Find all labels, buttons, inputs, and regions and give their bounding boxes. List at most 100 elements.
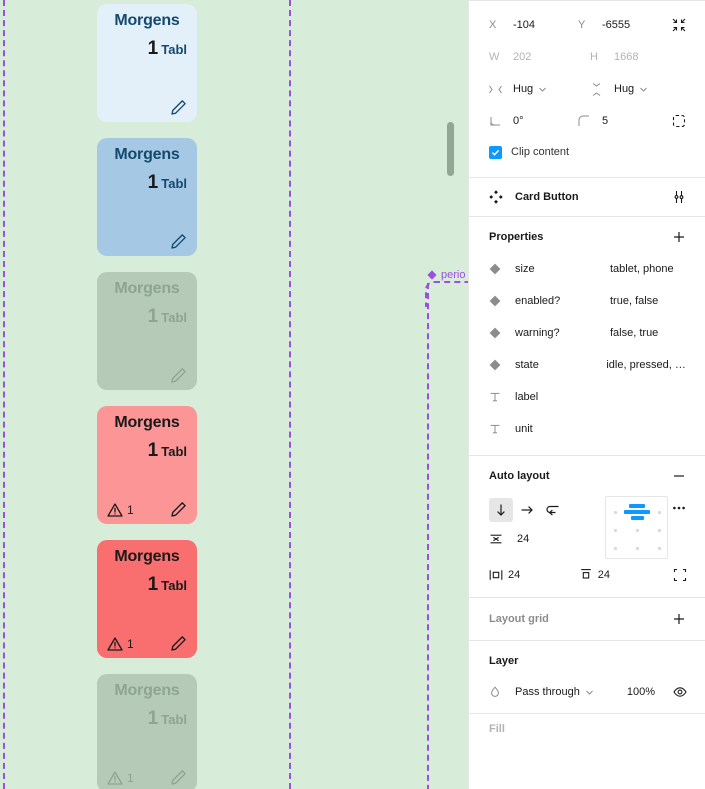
card-value: 1 Tabl: [107, 440, 187, 462]
pencil-icon: [171, 770, 186, 785]
add-property-button[interactable]: [667, 225, 691, 249]
property-row[interactable]: enabled? true, false: [469, 285, 705, 317]
card-warning: 1: [107, 770, 134, 786]
h-value: 1668: [614, 51, 639, 63]
property-values: true, false: [610, 295, 659, 307]
card-warning: 1: [107, 636, 134, 652]
property-row[interactable]: label: [469, 381, 705, 413]
align-dot[interactable]: [613, 547, 617, 550]
card-title: Morgens: [114, 12, 180, 29]
width-field[interactable]: W 202: [489, 51, 590, 63]
horizontal-resizing-field[interactable]: Hug: [489, 83, 590, 96]
blend-mode-value[interactable]: Pass through: [515, 686, 580, 698]
card-value-number: 1: [147, 573, 159, 595]
variant-diamond-icon: [489, 359, 501, 371]
component-name-label[interactable]: perio: [427, 269, 465, 281]
layer-blend-row: Pass through 100%: [469, 675, 705, 709]
card-edit-button[interactable]: [170, 635, 187, 652]
fill-title: Fill: [489, 723, 505, 735]
card-button[interactable]: Morgens 1 Tabl 1: [97, 674, 197, 789]
y-field[interactable]: Y -6555: [578, 19, 667, 31]
card-button[interactable]: Morgens 1 Tabl: [97, 4, 197, 122]
card-value-number: 1: [147, 305, 159, 327]
wrap-icon: [546, 505, 559, 516]
horizontal-padding-field[interactable]: 24: [489, 568, 579, 582]
property-row[interactable]: unit: [469, 413, 705, 445]
canvas-scrollbar[interactable]: [447, 122, 454, 176]
card-edit-button[interactable]: [170, 501, 187, 518]
design-canvas[interactable]: perio Morgens 1 Tabl Morgens 1 Tabl Morgens 1 Ta…: [0, 0, 468, 789]
variant-diamond-icon: [489, 295, 501, 307]
warning-triangle-icon: [107, 503, 123, 517]
component-settings-button[interactable]: [667, 185, 691, 209]
pencil-icon: [171, 234, 186, 249]
property-values: tablet, phone: [610, 263, 674, 275]
card-button[interactable]: Morgens 1 Tabl 1: [97, 406, 197, 524]
corner-radius-field[interactable]: 5: [578, 115, 667, 128]
gap-icon: [489, 532, 513, 546]
align-dot[interactable]: [635, 547, 639, 550]
horizontal-padding-value: 24: [508, 569, 521, 581]
align-dot[interactable]: [657, 529, 661, 532]
card-button[interactable]: Morgens 1 Tabl: [97, 272, 197, 390]
add-layout-grid-button[interactable]: [667, 607, 691, 631]
card-edit-button[interactable]: [170, 769, 187, 786]
clip-content-row[interactable]: Clip content: [469, 137, 705, 167]
card-footer: [107, 362, 187, 384]
pencil-icon: [171, 100, 186, 115]
align-dot[interactable]: [613, 511, 617, 514]
horizontal-resize-icon: [489, 83, 513, 96]
align-dot[interactable]: [635, 529, 639, 532]
rotation-value: 0°: [513, 115, 524, 127]
horizontal-padding-icon: [489, 570, 503, 580]
opacity-value[interactable]: 100%: [627, 686, 669, 698]
vertical-padding-value: 24: [597, 569, 611, 581]
card-warning: 1: [107, 502, 134, 518]
component-set-icon: [489, 190, 503, 204]
direction-horizontal-button[interactable]: [515, 498, 539, 522]
arrow-down-icon: [497, 504, 505, 516]
card-value-number: 1: [147, 439, 159, 461]
property-row[interactable]: warning? false, true: [469, 317, 705, 349]
card-value-number: 1: [147, 707, 159, 729]
card-warning-count: 1: [127, 637, 134, 651]
align-dot[interactable]: [657, 511, 661, 514]
property-row[interactable]: state idle, pressed, di…: [469, 349, 705, 381]
clip-content-checkbox[interactable]: [489, 145, 502, 159]
align-dot[interactable]: [657, 547, 661, 550]
card-value: 1 Tabl: [107, 38, 187, 60]
remove-auto-layout-button[interactable]: [667, 464, 691, 488]
x-label: X: [489, 19, 497, 31]
property-name: enabled?: [515, 295, 561, 307]
align-dot[interactable]: [613, 529, 617, 532]
height-field[interactable]: H 1668: [590, 51, 691, 63]
card-value-number: 1: [147, 37, 159, 59]
property-row[interactable]: size tablet, phone: [469, 253, 705, 285]
card-edit-button[interactable]: [170, 99, 187, 116]
card-value-unit: Tabl: [161, 711, 187, 727]
vertical-padding-field[interactable]: 24: [579, 568, 669, 582]
property-name: warning?: [515, 327, 560, 339]
rotation-field[interactable]: 0°: [489, 115, 578, 128]
auto-layout-more-button[interactable]: [668, 496, 691, 520]
card-button[interactable]: Morgens 1 Tabl: [97, 138, 197, 256]
individual-padding-button[interactable]: [669, 563, 691, 587]
gap-field[interactable]: 24: [489, 524, 597, 554]
constrain-proportions-button[interactable]: [667, 13, 691, 37]
card-button[interactable]: Morgens 1 Tabl 1: [97, 540, 197, 658]
card-value-unit: Tabl: [161, 577, 187, 593]
independent-corners-button[interactable]: [667, 109, 691, 133]
sliders-icon: [674, 191, 684, 203]
direction-wrap-button[interactable]: [541, 498, 565, 522]
layer-visibility-button[interactable]: [669, 681, 691, 703]
vertical-resizing-field[interactable]: Hug: [590, 82, 691, 96]
property-type-icon: [489, 263, 515, 275]
card-edit-button[interactable]: [170, 233, 187, 250]
auto-layout-left-controls: 24: [489, 496, 597, 554]
card-edit-button[interactable]: [170, 367, 187, 384]
x-field[interactable]: X -104: [489, 19, 578, 31]
arrow-right-icon: [521, 506, 533, 514]
direction-vertical-button[interactable]: [489, 498, 513, 522]
size-row: W 202 H 1668: [469, 41, 705, 73]
alignment-grid[interactable]: [604, 496, 668, 559]
